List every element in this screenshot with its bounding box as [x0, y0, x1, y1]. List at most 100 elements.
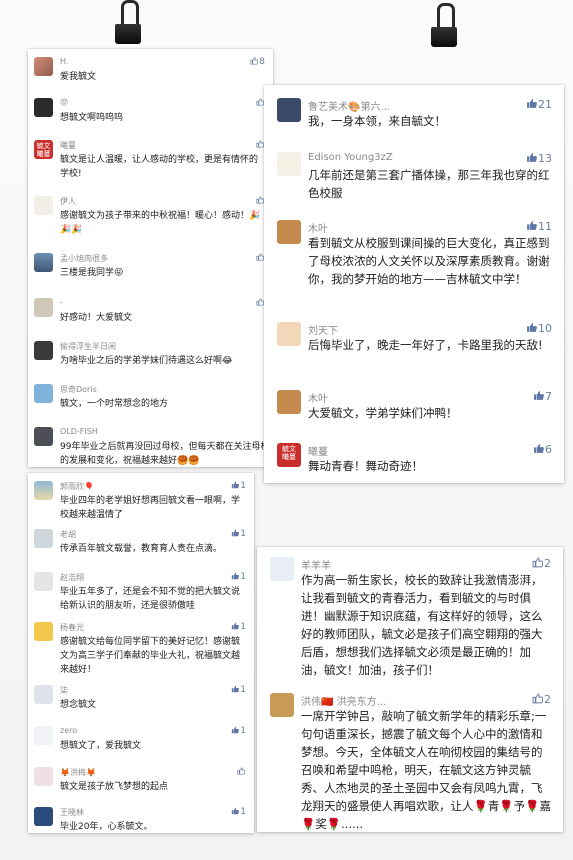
like-button[interactable]: 7: [533, 390, 552, 403]
like-button[interactable]: 21: [526, 98, 552, 111]
comment-text: 毓文，一个时常想念的地方: [60, 399, 169, 409]
comment-text: 毕业四年的老学姐好想再回毓文看一眼啊，学校越来越温情了: [60, 496, 241, 520]
comment-text: 想毓文了，爱我毓文: [60, 741, 142, 751]
thumbs-up-icon: [232, 529, 240, 537]
thumbs-up-icon: [232, 685, 240, 693]
user-avatar: [34, 384, 53, 403]
comment-author: 偷得浮生半日闲: [60, 342, 116, 351]
comment-text: 几年前还是第三套广播体操，那三年我也穿的红色校服: [308, 168, 550, 200]
comment-author: 😡: [60, 98, 69, 107]
thumbs-up-icon: [256, 196, 264, 204]
like-button[interactable]: 1: [231, 622, 246, 632]
comment-text: 看到毓文从校服到课间操的巨大变化，真正感到了母校浓浓的人文关怀以及深厚素质教育。…: [308, 236, 550, 286]
like-button[interactable]: [237, 767, 246, 777]
like-button[interactable]: 1: [231, 572, 246, 582]
thumbs-up-icon: [534, 444, 544, 453]
comment-text: 大爱毓文，学弟学妹们冲鸭！: [308, 406, 458, 420]
thumbs-up-icon: [256, 140, 264, 148]
comment-text: 爱我毓文: [60, 72, 97, 82]
like-button[interactable]: 1: [231, 685, 246, 695]
comment-text: 好感动！大爱毓文: [60, 313, 133, 323]
comment-text: 想念毓文: [60, 700, 97, 710]
comment-author: 思奇Doris: [60, 385, 97, 394]
like-count: 1: [240, 726, 246, 736]
user-avatar: [34, 57, 53, 76]
user-avatar: [34, 529, 53, 548]
user-avatar: [34, 572, 53, 591]
user-avatar: [34, 807, 53, 826]
comment-text: 作为高一新生家长，校长的致辞让我激情澎湃，让我看到毓文的青春活力，看到毓文的与时…: [301, 573, 543, 677]
comment-text: 毓文是让人温暖，让人感动的学校，更是有情怀的学校!: [60, 155, 259, 179]
like-button[interactable]: 6: [533, 443, 552, 456]
comment-author: 郭雨欣🎈: [60, 482, 94, 491]
thumbs-up-icon: [532, 557, 543, 568]
comment-text: 感谢毓文给每位同学留下的美好记忆！感谢毓文为高三学子们奉献的毕业大礼，祝福毓文越…: [60, 637, 241, 675]
comment-text: 舞动青春！舞动奇迹！: [308, 459, 423, 473]
user-avatar: [34, 427, 53, 446]
comment-text: 为啥毕业之后的学弟学妹们待遇这么好啊😂: [60, 356, 233, 366]
like-button[interactable]: 1: [231, 529, 246, 539]
thumbs-up-icon: [256, 98, 264, 106]
like-count: 1: [240, 622, 246, 632]
like-button[interactable]: 1: [231, 726, 246, 736]
thumbs-up-icon: [256, 253, 264, 261]
comment-author: 木叶: [308, 394, 328, 405]
thumbs-up-icon: [527, 153, 537, 162]
thumbs-up-icon: [534, 391, 544, 400]
comment-author: 伊人: [60, 197, 76, 206]
user-avatar: [277, 98, 301, 122]
like-count: 21: [538, 98, 552, 111]
user-avatar: [34, 253, 53, 272]
comment-author: 柒: [60, 686, 68, 695]
comment-author: 孟小旭肉很多: [60, 254, 108, 263]
like-count: 1: [240, 529, 246, 539]
user-avatar: [34, 341, 53, 360]
comment-text: 99年毕业之后就再没回过母校，但每天都在关注母校的发展和变化，祝福越来越好🥮🥮: [60, 442, 270, 466]
comment-text: 毕业20年，心系毓文。: [60, 822, 153, 832]
user-avatar: [270, 557, 294, 581]
user-avatar: [34, 196, 53, 215]
user-avatar: [34, 298, 53, 317]
comment-author: H.: [60, 57, 69, 66]
like-button[interactable]: 10: [526, 322, 552, 335]
comment-card-top-right: 鲁艺美术🎨第六... 21 我，一身本领，来自毓文！ Edison Young3…: [264, 85, 564, 483]
like-count: 11: [538, 220, 552, 233]
comment-text: 三楼是我同学😝: [60, 268, 124, 278]
like-count: 8: [259, 57, 265, 67]
comment-author: 赵浩翔: [60, 573, 84, 582]
comment-author: 曦蔓: [60, 141, 76, 150]
thumbs-up-icon: [232, 622, 240, 630]
thumbs-up-icon: [527, 323, 537, 332]
like-button[interactable]: 13: [526, 152, 552, 165]
user-avatar: [34, 726, 53, 745]
comment-author: 鲁艺美术🎨第六...: [308, 102, 390, 113]
comment-card-top-left: H. 8 爱我毓文 😡 想毓文啊呜呜呜 毓文 曦蔓 曦蔓 毓文是让人温暖，让人感动…: [28, 49, 273, 467]
like-button[interactable]: 11: [526, 220, 552, 233]
user-avatar: [34, 481, 53, 500]
like-count: 10: [538, 322, 552, 335]
thumbs-up-icon: [232, 726, 240, 734]
like-button[interactable]: 2: [532, 693, 551, 706]
user-avatar: [270, 693, 294, 717]
comment-author: 曦蔓: [308, 447, 328, 458]
like-count: 1: [240, 572, 246, 582]
like-count: 13: [538, 152, 552, 165]
comment-author: zero: [60, 726, 78, 735]
user-avatar: [277, 322, 301, 346]
like-button[interactable]: 2: [532, 557, 551, 570]
comment-author: 老胡: [60, 530, 76, 539]
like-button[interactable]: 8: [250, 57, 265, 67]
user-avatar: [34, 622, 53, 641]
comment-author: 🦊洪梅🦊: [60, 768, 96, 777]
like-button[interactable]: 1: [231, 807, 246, 817]
thumbs-up-icon: [250, 57, 259, 65]
comment-card-bottom-left: 郭雨欣🎈 1 毕业四年的老学姐好想再回毓文看一眼啊，学校越来越温情了 老胡 1 …: [28, 473, 254, 833]
binder-clip-right: [431, 3, 457, 49]
dog-avatar: [277, 220, 301, 244]
like-button[interactable]: 1: [231, 481, 246, 491]
comment-author: -: [60, 298, 63, 307]
user-avatar: [34, 767, 53, 786]
like-count: 7: [545, 390, 552, 403]
comment-author: 杨春光: [60, 623, 84, 632]
thumbs-up-icon: [527, 99, 537, 108]
